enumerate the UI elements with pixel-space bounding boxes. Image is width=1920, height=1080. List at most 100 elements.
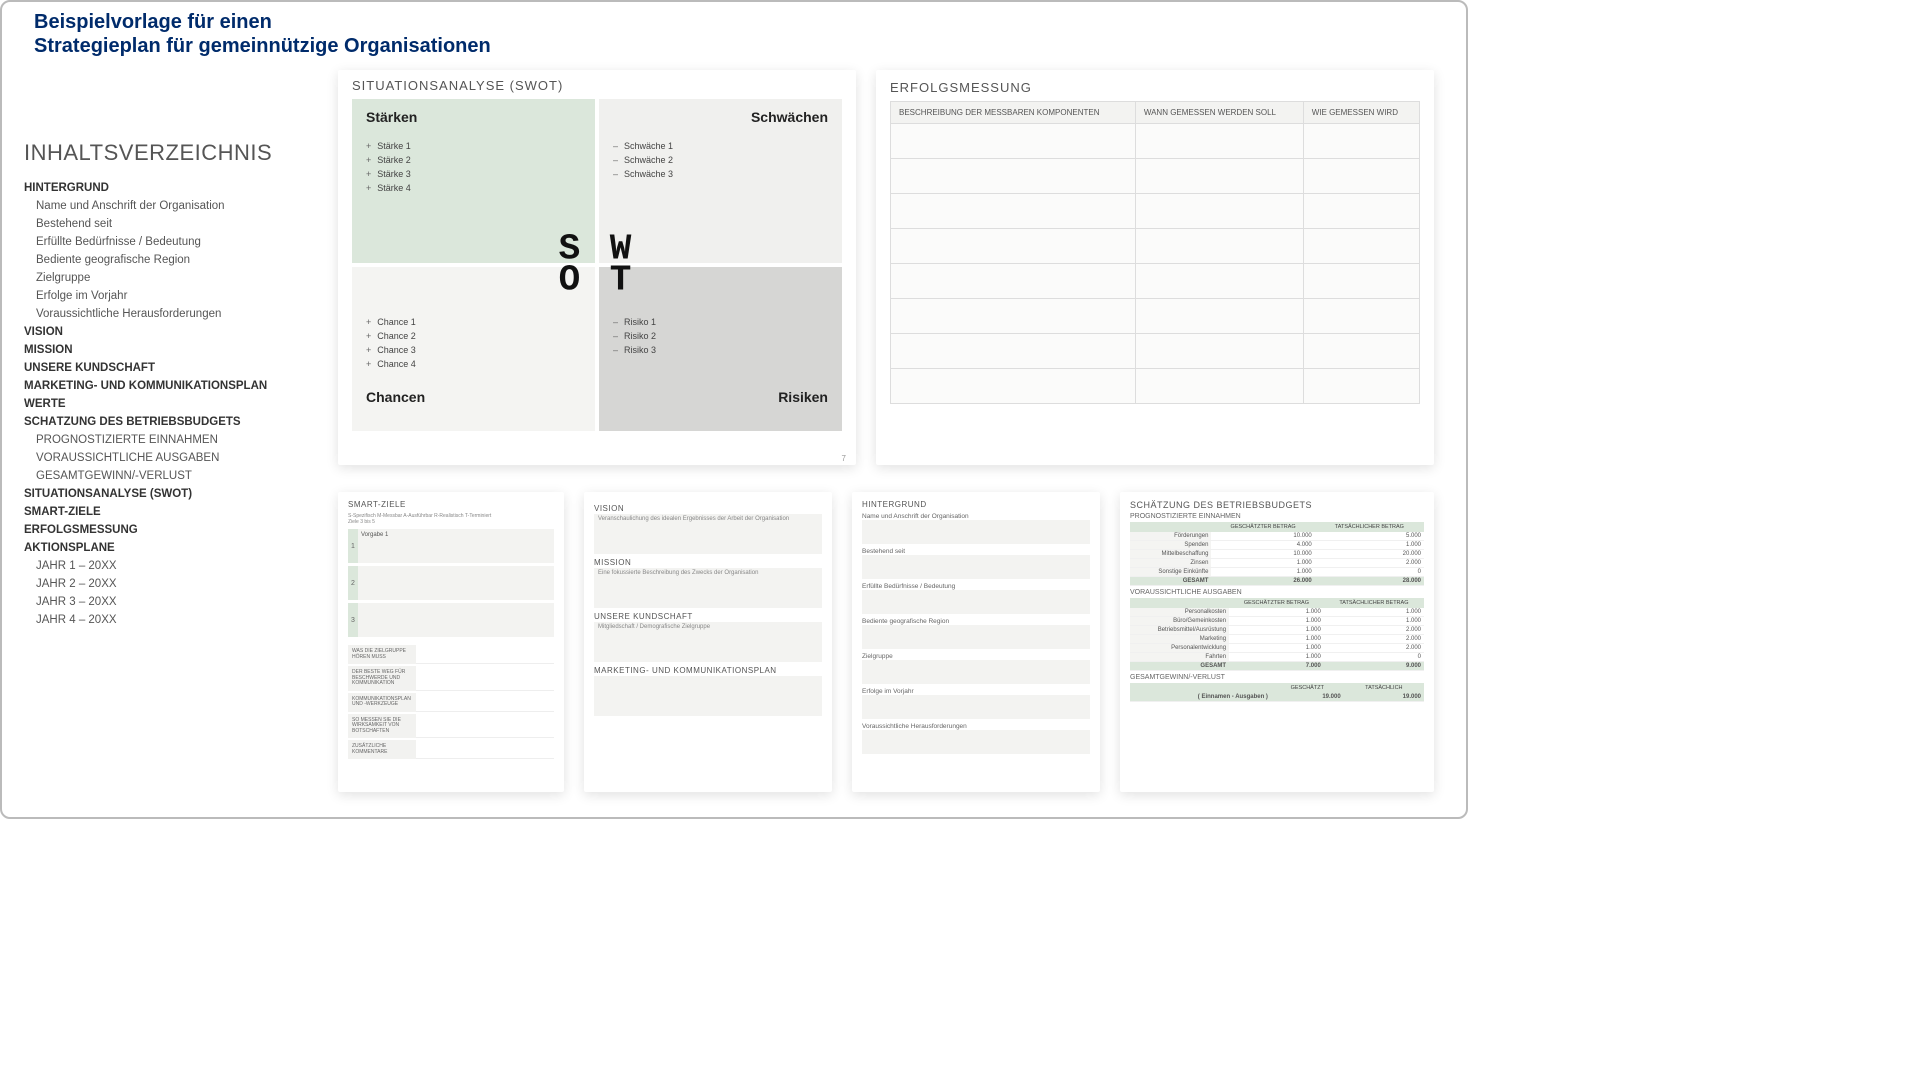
swot-item: Risiko 2 [613, 331, 828, 341]
section-heading: MISSION [594, 558, 822, 567]
table-row [891, 194, 1420, 229]
table-row: Marketing1.0002.000 [1130, 635, 1424, 644]
erf-heading: ERFOLGSMESSUNG [890, 80, 1420, 95]
profit-table: GESCHÄTZTTATSÄCHLICH( Einnamen - Ausgabe… [1130, 683, 1424, 702]
table-row [891, 124, 1420, 159]
swot-grid: StärkenStärke 1Stärke 2Stärke 3Stärke 4 … [352, 99, 842, 431]
swot-item: Stärke 1 [366, 141, 581, 151]
toc-item: WERTE [24, 398, 326, 410]
expense-table: GESCHÄTZTER BETRAGTATSÄCHLICHER BETRAGPe… [1130, 598, 1424, 671]
smart-subtitle: S-Spezifisch M-Messbar A-Ausführbar R-Re… [348, 513, 554, 525]
hinter-field [862, 730, 1090, 754]
table-row: Spenden4.0001.000 [1130, 541, 1424, 550]
swot-card: SITUATIONSANALYSE (SWOT) StärkenStärke 1… [338, 70, 856, 465]
toc-item: MARKETING- UND KOMMUNIKATIONSPLAN [24, 380, 326, 392]
toc-item: JAHR 4 – 20XX [24, 614, 326, 626]
toc-item: SCHÄTZUNG DES BETRIEBSBUDGETS [24, 416, 326, 428]
table-row: Büro/Gemeinkosten1.0001.000 [1130, 617, 1424, 626]
vision-mission-card: VISIONVeranschaulichung des idealen Erge… [584, 492, 832, 792]
toc-item: Bestehend seit [24, 218, 326, 230]
toc-item: JAHR 2 – 20XX [24, 578, 326, 590]
toc-title: INHALTSVERZEICHNIS [24, 140, 326, 166]
swot-item: Schwäche 1 [613, 141, 828, 151]
smart-goal: 2 [348, 566, 554, 600]
toc-item: JAHR 3 – 20XX [24, 596, 326, 608]
toc-item: SMART-ZIELE [24, 506, 326, 518]
toc-item: SITUATIONSANALYSE (SWOT) [24, 488, 326, 500]
hinter-field [862, 660, 1090, 684]
budget-card: SCHÄTZUNG DES BETRIEBSBUDGETS PROGNOSTIZ… [1120, 492, 1434, 792]
erfolgsmessung-card: ERFOLGSMESSUNG BESCHREIBUNG DER MESSBARE… [876, 70, 1434, 465]
section-heading: VISION [594, 504, 822, 513]
smart-heading: SMART-ZIELE [348, 500, 554, 509]
smart-goal: 3 [348, 603, 554, 637]
expense-sub: VORAUSSICHTLICHE AUSGABEN [1130, 589, 1424, 596]
toc-item: Bediente geografische Region [24, 254, 326, 266]
toc-item: Zielgruppe [24, 272, 326, 284]
hinter-field [862, 555, 1090, 579]
hinter-label: Voraussichtliche Herausforderungen [862, 723, 1090, 730]
table-row: Betriebsmittel/Ausrüstung1.0002.000 [1130, 626, 1424, 635]
section-field: Veranschaulichung des idealen Ergebnisse… [594, 514, 822, 554]
profit-sub: GESAMTGEWINN/-VERLUST [1130, 674, 1424, 681]
toc-item: PROGNOSTIZIERTE EINNAHMEN [24, 434, 326, 446]
section-heading: MARKETING- UND KOMMUNIKATIONSPLAN [594, 666, 822, 675]
swot-item: Stärke 4 [366, 183, 581, 193]
hinter-heading: HINTERGRUND [862, 500, 1090, 509]
table-row: Personalentwicklung1.0002.000 [1130, 644, 1424, 653]
toc-item: Erfolge im Vorjahr [24, 290, 326, 302]
hinter-label: Erfüllte Bedürfnisse / Bedeutung [862, 583, 1090, 590]
swot-item: Chance 3 [366, 345, 581, 355]
swot-item: Schwäche 3 [613, 169, 828, 179]
hinter-field [862, 520, 1090, 544]
document-title: Beispielvorlage für einen Strategieplan … [34, 10, 491, 58]
table-row [891, 369, 1420, 404]
smart-side-row: WAS DIE ZIELGRUPPE HÖREN MUSS [348, 645, 554, 664]
swot-weaknesses: SchwächenSchwäche 1Schwäche 2Schwäche 3 [599, 99, 842, 263]
table-row: Zinsen1.0002.000 [1130, 559, 1424, 568]
budget-heading: SCHÄTZUNG DES BETRIEBSBUDGETS [1130, 500, 1424, 510]
erf-column: WANN GEMESSEN WERDEN SOLL [1135, 102, 1303, 124]
erf-table: BESCHREIBUNG DER MESSBAREN KOMPONENTENWA… [890, 101, 1420, 404]
swot-item: Chance 1 [366, 317, 581, 327]
swot-item: Stärke 2 [366, 155, 581, 165]
swot-item: Chance 2 [366, 331, 581, 341]
income-sub: PROGNOSTIZIERTE EINNAHMEN [1130, 513, 1424, 520]
hintergrund-card: HINTERGRUND Name und Anschrift der Organ… [852, 492, 1100, 792]
toc-item: VORAUSSICHTLICHE AUSGABEN [24, 452, 326, 464]
swot-threats: Risiko 1Risiko 2Risiko 3Risiken [599, 267, 842, 431]
smart-side-row: SO MESSEN SIE DIE WIRKSAMKEIT VON BOTSCH… [348, 714, 554, 739]
table-row [891, 334, 1420, 369]
swot-heading: SITUATIONSANALYSE (SWOT) [352, 78, 842, 93]
toc-item: ERFOLGSMESSUNG [24, 524, 326, 536]
toc-item: Voraussichtliche Herausforderungen [24, 308, 326, 320]
toc-item: Name und Anschrift der Organisation [24, 200, 326, 212]
swot-item: Stärke 3 [366, 169, 581, 179]
hinter-field [862, 695, 1090, 719]
smart-side-row: DER BESTE WEG FÜR BESCHWERDE UND KOMMUNI… [348, 666, 554, 691]
swot-center-label: S WO T [559, 234, 636, 295]
hinter-label: Erfolge im Vorjahr [862, 688, 1090, 695]
section-heading: UNSERE KUNDSCHAFT [594, 612, 822, 621]
smart-goal: 1Vorgabe 1 [348, 529, 554, 563]
table-row: Fahrten1.0000 [1130, 653, 1424, 662]
erf-column: WIE GEMESSEN WIRD [1303, 102, 1419, 124]
hinter-label: Name und Anschrift der Organisation [862, 513, 1090, 520]
toc-item: JAHR 1 – 20XX [24, 560, 326, 572]
smart-goals-card: SMART-ZIELE S-Spezifisch M-Messbar A-Aus… [338, 492, 564, 792]
title-line-1: Beispielvorlage für einen [34, 10, 491, 34]
table-row: ( Einnamen - Ausgaben )19.00019.000 [1130, 693, 1424, 702]
table-row [891, 159, 1420, 194]
table-row: Mittelbeschaffung10.00020.000 [1130, 550, 1424, 559]
section-field: Mitgliedschaft / Demografische Zielgrupp… [594, 622, 822, 662]
toc-item: VISION [24, 326, 326, 338]
table-row: Sonstige Einkünfte1.0000 [1130, 568, 1424, 577]
swot-item: Schwäche 2 [613, 155, 828, 165]
income-table: GESCHÄTZTER BETRAGTATSÄCHLICHER BETRAGFö… [1130, 522, 1424, 586]
swot-item: Risiko 3 [613, 345, 828, 355]
swot-item: Chance 4 [366, 359, 581, 369]
table-row [891, 299, 1420, 334]
hinter-field [862, 625, 1090, 649]
total-row: GESAMT7.0009.000 [1130, 662, 1424, 671]
section-field [594, 676, 822, 716]
